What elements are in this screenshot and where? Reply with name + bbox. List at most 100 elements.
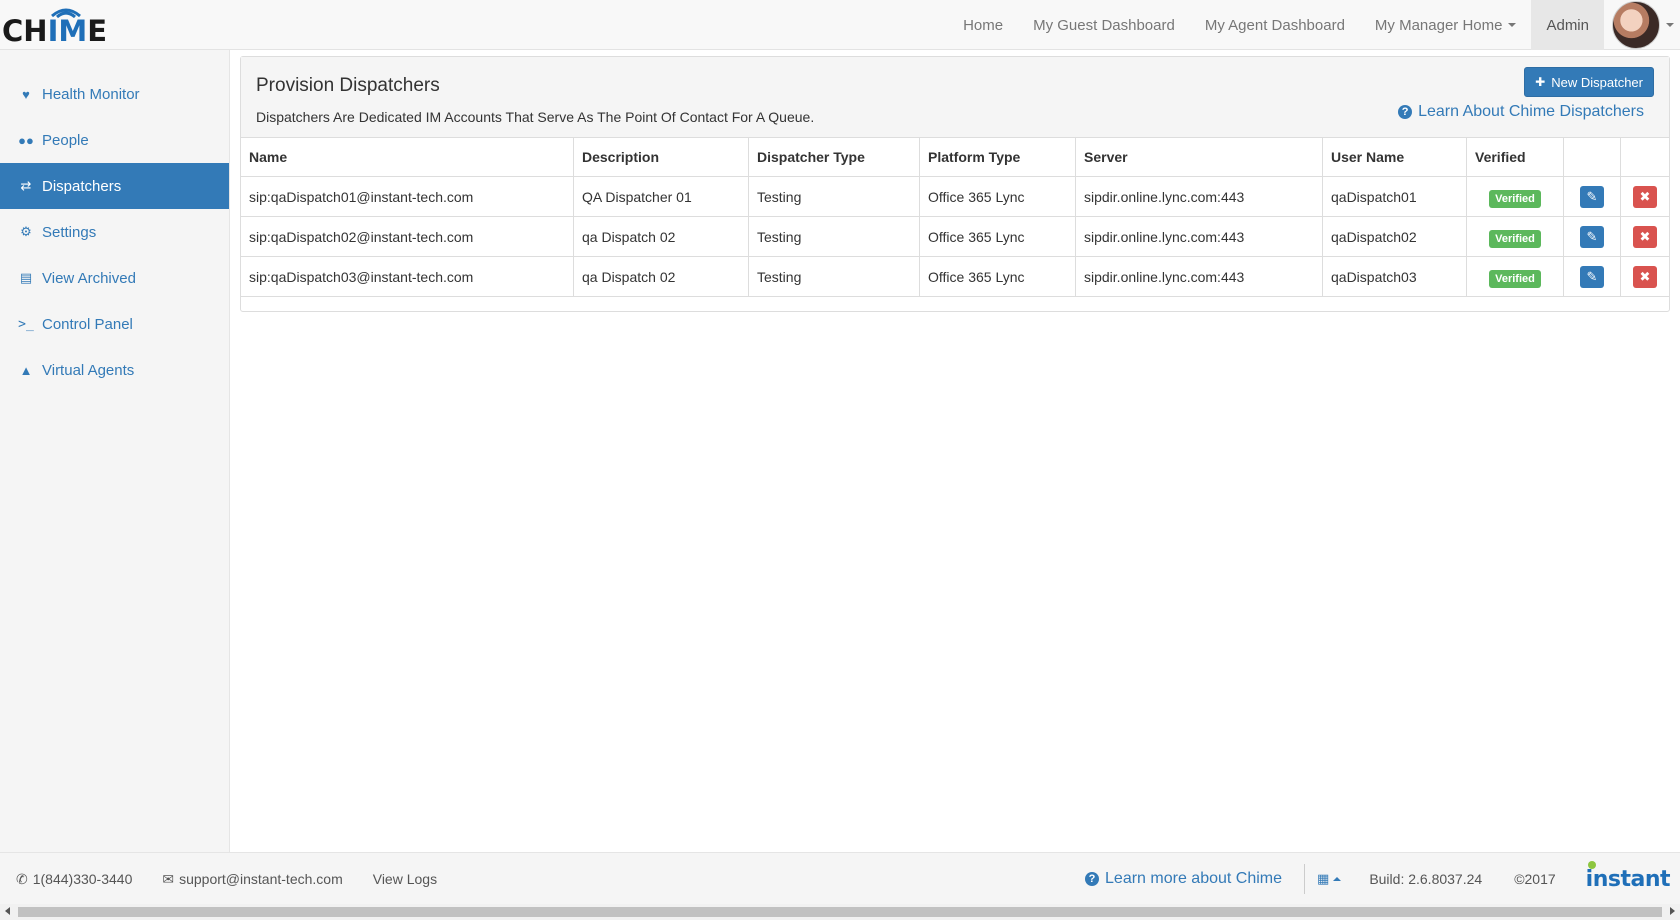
build-version: Build: 2.6.8037.24 [1369,871,1483,887]
sidebar-item-health-monitor[interactable]: ♥ Health Monitor [0,71,229,117]
cell-verified: Verified [1466,216,1564,257]
caret-down-icon [1508,23,1517,27]
user-plus-icon: ✚ [1535,75,1546,89]
table-row: sip:qaDispatch01@instant-tech.com QA Dis… [241,176,1669,217]
archive-icon: ▤ [19,270,33,285]
divider [1304,864,1306,894]
learn-dispatchers-label: Learn About Chime Dispatchers [1418,103,1644,120]
cell-delete: ✖ [1620,216,1669,257]
sidebar-item-virtual-agents[interactable]: ▲ Virtual Agents [0,347,229,393]
sidebar-item-settings[interactable]: ⚙ Settings [0,209,229,255]
users-icon: ●● [18,132,34,148]
learn-more-label: Learn more about Chime [1105,870,1283,887]
sidebar-item-label: Health Monitor [42,85,140,103]
sidebar-item-people[interactable]: ●● People [0,117,229,163]
sidebar-item-control-panel[interactable]: >_ Control Panel [0,301,229,347]
col-name[interactable]: Name [241,138,574,177]
caret-down-icon [1666,23,1674,27]
user-menu[interactable] [1604,0,1680,50]
nav-manager-home[interactable]: My Manager Home [1360,0,1532,50]
delete-button[interactable]: ✖ [1633,265,1657,288]
col-server[interactable]: Server [1075,138,1323,177]
cell-verified: Verified [1466,256,1564,297]
edit-button[interactable]: ✎ [1580,265,1604,288]
heartbeat-icon: ♥ [22,86,30,102]
col-edit [1563,138,1621,177]
nav-home[interactable]: Home [948,0,1018,50]
logo-wordmark: CHIME [2,14,108,48]
view-logs-link[interactable]: View Logs [373,871,437,887]
cell-delete: ✖ [1620,256,1669,297]
sidebar-item-label: Control Panel [42,315,133,333]
table-row: sip:qaDispatch02@instant-tech.com qa Dis… [241,216,1669,257]
cell-edit: ✎ [1563,216,1621,257]
cogs-icon: ⚙ [20,224,32,239]
sidebar-item-label: Virtual Agents [42,361,135,379]
logo-dot [1587,860,1596,869]
phone-icon: ✆ [16,870,28,887]
question-circle-icon: ? [1085,872,1100,886]
footer-email[interactable]: ✉ support@instant-tech.com [162,871,342,888]
scroll-left-icon[interactable] [5,907,10,915]
cell-delete: ✖ [1620,176,1669,217]
page-subtitle: Dispatchers Are Dedicated IM Accounts Th… [256,109,815,125]
cell-edit: ✎ [1563,176,1621,217]
learn-dispatchers-link[interactable]: ? Learn About Chime Dispatchers [1398,103,1644,121]
footer-phone[interactable]: ✆ 1(844)330-3440 [16,871,132,888]
col-platform-type[interactable]: Platform Type [919,138,1076,177]
nav-guest-dashboard[interactable]: My Guest Dashboard [1018,0,1190,50]
learn-more-chime-link[interactable]: ? Learn more about Chime [1085,870,1282,888]
horizontal-scrollbar[interactable] [0,904,1680,920]
col-verified[interactable]: Verified [1466,138,1564,177]
col-description[interactable]: Description [573,138,749,177]
table-row: sip:qaDispatch03@instant-tech.com qa Dis… [241,256,1669,297]
scrollbar-thumb[interactable] [18,907,1662,917]
cell-description: qa Dispatch 02 [573,256,749,297]
cell-type: Testing [748,256,920,297]
close-icon: ✖ [1639,228,1651,244]
col-user-name[interactable]: User Name [1322,138,1467,177]
edit-button[interactable]: ✎ [1580,185,1604,208]
exchange-icon: ⇄ [20,178,32,193]
nav-admin[interactable]: Admin [1531,0,1604,50]
sidebar-item-label: Settings [42,223,97,241]
table-header-row: Name Description Dispatcher Type Platfor… [241,138,1669,177]
language-selector[interactable]: ▦ [1317,871,1342,887]
col-dispatcher-type[interactable]: Dispatcher Type [748,138,920,177]
chime-logo[interactable]: CHIME [2,2,107,46]
cell-description: QA Dispatcher 01 [573,176,749,217]
question-circle-icon: ? [1398,105,1413,119]
delete-button[interactable]: ✖ [1633,225,1657,248]
edit-icon: ✎ [1586,268,1598,284]
new-dispatcher-label: New Dispatcher [1551,74,1643,90]
top-navbar: CHIME Home My Guest Dashboard My Agent D… [0,0,1680,50]
cell-name: sip:qaDispatch03@instant-tech.com [241,256,574,297]
dispatchers-panel: Provision Dispatchers Dispatchers Are De… [240,56,1670,312]
status-badge: Verified [1489,189,1541,208]
scroll-right-icon[interactable] [1670,907,1675,915]
language-icon: ▦ [1317,871,1330,886]
avatar[interactable] [1612,1,1660,49]
cell-name: sip:qaDispatch01@instant-tech.com [241,176,574,217]
cell-platform: Office 365 Lync [919,216,1076,257]
page-title: Provision Dispatchers [256,75,440,96]
new-dispatcher-button[interactable]: ✚ New Dispatcher [1524,67,1654,97]
cell-server: sipdir.online.lync.com:443 [1075,216,1323,257]
sidebar: ♥ Health Monitor ●● People ⇄ Dispatchers… [0,50,230,852]
dispatchers-table: Name Description Dispatcher Type Platfor… [241,138,1669,297]
delete-button[interactable]: ✖ [1633,185,1657,208]
nav-agent-dashboard[interactable]: My Agent Dashboard [1190,0,1360,50]
sidebar-item-view-archived[interactable]: ▤ View Archived [0,255,229,301]
edit-icon: ✎ [1586,228,1598,244]
instant-logo-text: instant [1585,866,1671,892]
instant-logo[interactable]: instant [1585,860,1671,892]
caret-up-icon [1333,877,1342,881]
close-icon: ✖ [1639,188,1651,204]
sidebar-item-dispatchers[interactable]: ⇄ Dispatchers [0,163,229,209]
cell-user: qaDispatch01 [1322,176,1467,217]
cell-type: Testing [748,176,920,217]
cell-server: sipdir.online.lync.com:443 [1075,256,1323,297]
edit-button[interactable]: ✎ [1580,225,1604,248]
cell-server: sipdir.online.lync.com:443 [1075,176,1323,217]
col-delete [1620,138,1669,177]
